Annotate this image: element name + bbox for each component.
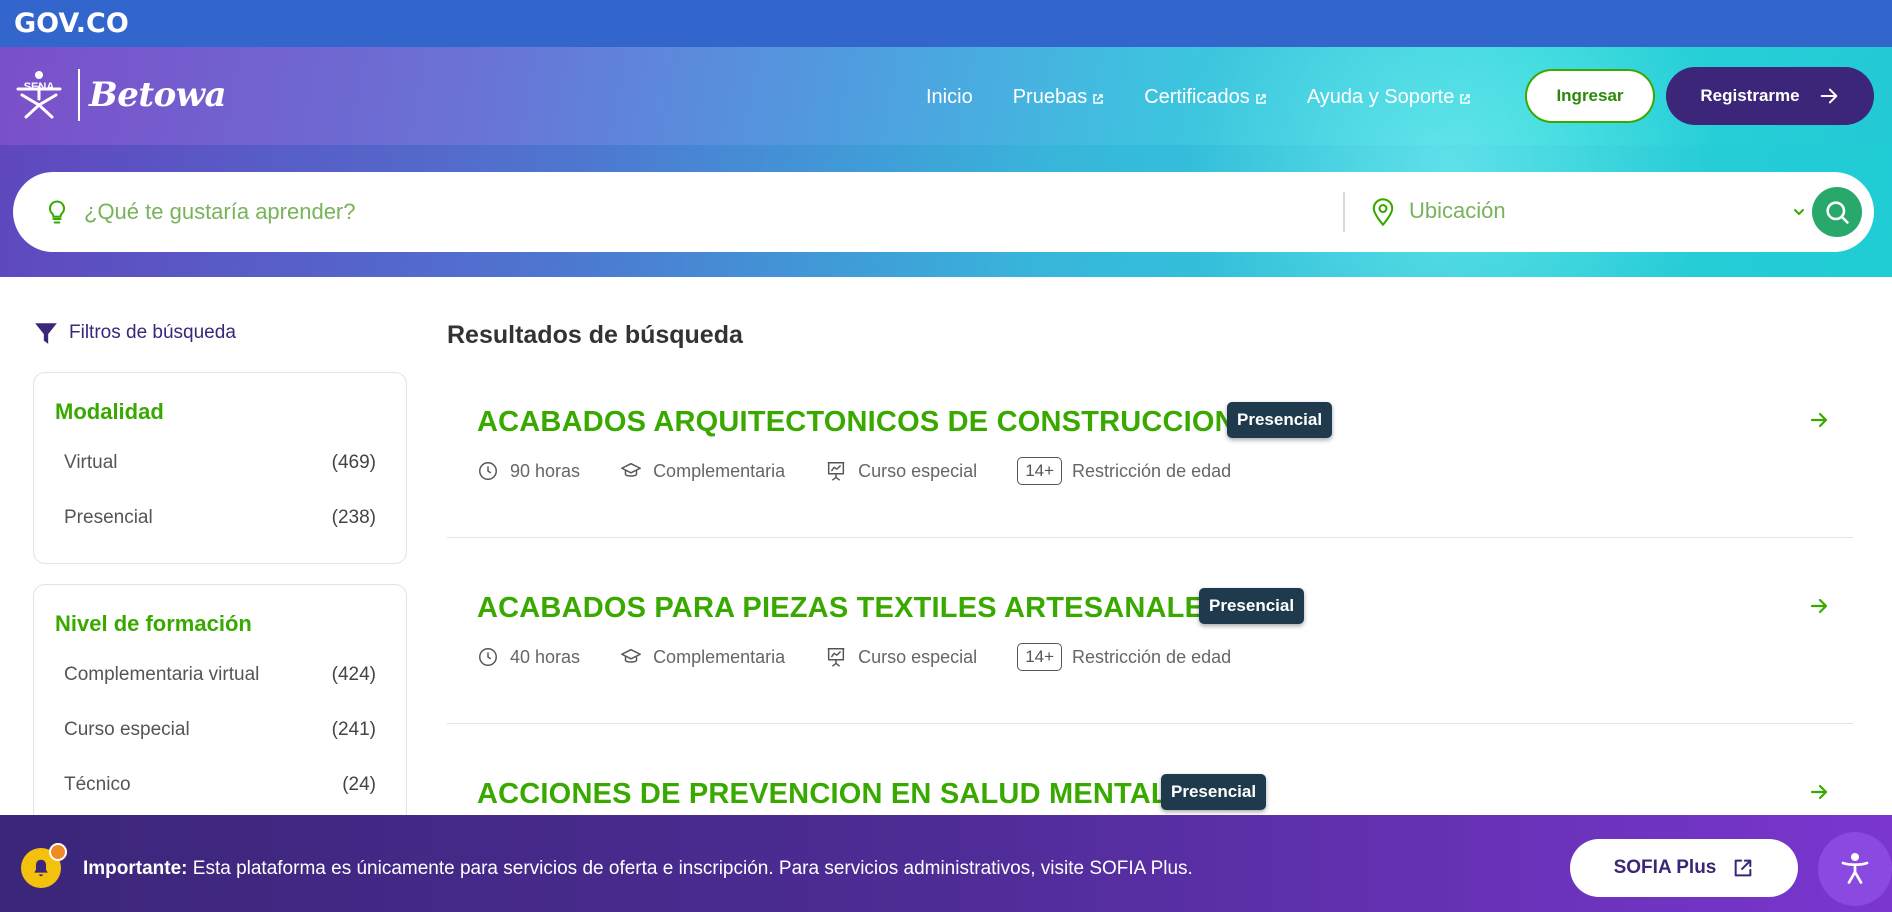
filter-option-virtual[interactable]: Virtual (469) [64,452,376,474]
accessibility-icon [1841,852,1869,884]
filter-group-title: Modalidad [55,399,164,424]
filters-heading: Filtros de búsqueda [33,320,236,346]
betowa-logo: Betowa [89,75,227,115]
external-link-icon [1735,859,1752,877]
age-restriction-badge: 14+ [1017,457,1063,485]
external-link-icon [1093,94,1103,104]
search-bar: Ubicación [13,172,1874,252]
external-link-icon [1460,94,1471,104]
nav-certificados[interactable]: Certificados [1144,86,1267,109]
main-nav: Inicio Pruebas Certificados Ayuda y Sopo… [926,85,1511,109]
nav-pruebas[interactable]: Pruebas [1013,86,1105,109]
search-button[interactable] [1812,187,1862,237]
arrow-right-icon[interactable] [1807,780,1831,804]
chevron-down-icon[interactable] [1791,204,1807,220]
sofia-plus-button[interactable]: SOFIA Plus [1570,839,1798,897]
graduation-cap-icon [621,648,641,663]
presentation-icon [827,648,845,667]
important-banner: Importante: Esta plataforma es únicament… [0,815,1892,912]
banner-message: Importante: Esta plataforma es únicament… [83,858,1193,879]
clock-icon [479,462,497,480]
clock-icon [479,648,497,666]
graduation-cap-icon [621,462,641,477]
search-icon [1826,201,1849,224]
accessibility-button[interactable] [1818,832,1892,906]
lightbulb-icon [48,200,66,224]
result-item[interactable]: ACABADOS PARA PIEZAS TEXTILES ARTESANALE… [447,584,1853,724]
header-hero: SENA Betowa Inicio Pruebas Certificados … [0,47,1892,277]
gov-bar: GOV.CO [0,0,1892,47]
filter-group-nivel-formacion: Nivel de formación Complementaria virtua… [33,584,407,844]
search-input[interactable] [84,192,1324,232]
result-item[interactable]: ACCIONES DE PREVENCION EN SALUD MENTAL P… [447,770,1853,815]
brand[interactable]: SENA Betowa [14,69,227,121]
arrow-right-icon[interactable] [1807,594,1831,618]
course-meta: 90 horas Complementaria Curso especial 1… [477,457,1271,485]
filter-option-presencial[interactable]: Presencial (238) [64,507,376,529]
modality-badge: Presencial [1161,774,1267,810]
course-title[interactable]: ACCIONES DE PREVENCION EN SALUD MENTAL [477,778,1169,811]
sena-logo-icon: SENA [16,71,62,119]
nav-ayuda-soporte[interactable]: Ayuda y Soporte [1307,86,1472,109]
filter-group-modalidad: Modalidad Virtual (469) Presencial (238) [33,372,407,564]
notification-dot [49,843,67,861]
login-button[interactable]: Ingresar [1525,69,1655,123]
external-link-icon [1256,94,1266,104]
filter-option-curso-especial[interactable]: Curso especial (241) [64,719,376,741]
bell-icon [34,859,48,877]
age-restriction-badge: 14+ [1017,643,1063,671]
course-meta: 40 horas Complementaria Curso especial 1… [477,643,1271,671]
gov-co-logo[interactable]: GOV.CO [14,8,129,39]
filter-option-tecnico[interactable]: Técnico (24) [64,774,376,796]
filter-group-title: Nivel de formación [55,611,252,636]
modality-badge: Presencial [1199,588,1305,624]
presentation-icon [827,462,845,481]
filter-icon [35,323,57,344]
location-select[interactable]: Ubicación [1409,198,1506,224]
arrow-right-icon [1820,88,1837,104]
course-title[interactable]: ACABADOS PARA PIEZAS TEXTILES ARTESANALE… [477,592,1224,625]
register-button[interactable]: Registrarme [1666,67,1874,125]
svg-text:SENA: SENA [24,81,55,93]
results-title: Resultados de búsqueda [447,321,743,349]
modality-badge: Presencial [1227,402,1333,438]
nav-inicio[interactable]: Inicio [926,86,973,109]
course-title[interactable]: ACABADOS ARQUITECTONICOS DE CONSTRUCCION [477,406,1236,439]
result-item[interactable]: ACABADOS ARQUITECTONICOS DE CONSTRUCCION… [447,398,1853,538]
location-pin-icon [1372,198,1394,227]
filter-option-complementaria-virtual[interactable]: Complementaria virtual (424) [64,664,376,686]
arrow-right-icon[interactable] [1807,408,1831,432]
